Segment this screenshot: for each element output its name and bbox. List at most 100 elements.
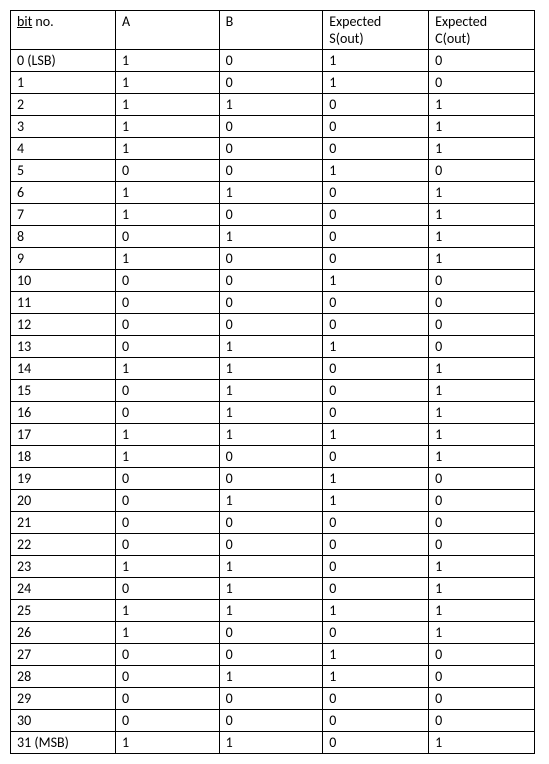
cell-a: 0 (115, 226, 219, 248)
cell-c: 1 (429, 600, 535, 622)
table-body: 0 (LSB)101011010211013100141001500106110… (11, 50, 535, 754)
cell-b: 0 (219, 72, 323, 94)
cell-s: 0 (323, 182, 429, 204)
cell-c: 0 (429, 644, 535, 666)
cell-a: 0 (115, 710, 219, 732)
cell-s: 1 (323, 72, 429, 94)
cell-b: 1 (219, 424, 323, 446)
table-row: 160101 (11, 402, 535, 424)
cell-s: 0 (323, 380, 429, 402)
cell-b: 0 (219, 710, 323, 732)
table-row: 261001 (11, 622, 535, 644)
cell-b: 1 (219, 578, 323, 600)
table-row: 190010 (11, 468, 535, 490)
cell-s: 0 (323, 556, 429, 578)
cell-s: 0 (323, 578, 429, 600)
cell-bit: 26 (11, 622, 116, 644)
table-row: 171111 (11, 424, 535, 446)
cell-b: 1 (219, 666, 323, 688)
cell-b: 0 (219, 622, 323, 644)
cell-a: 1 (115, 116, 219, 138)
cell-a: 1 (115, 50, 219, 72)
cell-b: 0 (219, 468, 323, 490)
table-row: 80101 (11, 226, 535, 248)
table-row: 91001 (11, 248, 535, 270)
table-row: 71001 (11, 204, 535, 226)
cell-a: 1 (115, 732, 219, 754)
cell-c: 1 (429, 622, 535, 644)
cell-a: 0 (115, 292, 219, 314)
cell-b: 0 (219, 116, 323, 138)
cell-a: 0 (115, 402, 219, 424)
cell-b: 1 (219, 358, 323, 380)
cell-bit: 11 (11, 292, 116, 314)
cell-a: 1 (115, 182, 219, 204)
table-row: 21101 (11, 94, 535, 116)
cell-bit: 3 (11, 116, 116, 138)
cell-a: 0 (115, 314, 219, 336)
cell-bit: 29 (11, 688, 116, 710)
cell-c: 1 (429, 380, 535, 402)
cell-b: 1 (219, 94, 323, 116)
table-row: 31001 (11, 116, 535, 138)
cell-a: 1 (115, 138, 219, 160)
cell-b: 1 (219, 336, 323, 358)
cell-a: 1 (115, 72, 219, 94)
cell-bit: 6 (11, 182, 116, 204)
cell-bit: 16 (11, 402, 116, 424)
cell-bit: 4 (11, 138, 116, 160)
table-row: 240101 (11, 578, 535, 600)
cell-a: 0 (115, 160, 219, 182)
cell-c: 1 (429, 94, 535, 116)
table-row: 300000 (11, 710, 535, 732)
table-row: 220000 (11, 534, 535, 556)
cell-c: 0 (429, 50, 535, 72)
cell-b: 1 (219, 556, 323, 578)
table-row: 251111 (11, 600, 535, 622)
cell-c: 1 (429, 248, 535, 270)
cell-s: 0 (323, 534, 429, 556)
cell-a: 0 (115, 534, 219, 556)
cell-c: 0 (429, 534, 535, 556)
cell-a: 1 (115, 446, 219, 468)
cell-c: 1 (429, 424, 535, 446)
cell-a: 0 (115, 490, 219, 512)
table-row: 61101 (11, 182, 535, 204)
cell-s: 0 (323, 248, 429, 270)
cell-s: 0 (323, 292, 429, 314)
cell-s: 1 (323, 468, 429, 490)
cell-a: 0 (115, 688, 219, 710)
cell-s: 1 (323, 270, 429, 292)
cell-a: 0 (115, 512, 219, 534)
cell-bit: 31 (MSB) (11, 732, 116, 754)
cell-bit: 13 (11, 336, 116, 358)
cell-bit: 2 (11, 94, 116, 116)
cell-c: 1 (429, 446, 535, 468)
cell-b: 0 (219, 138, 323, 160)
cell-s: 0 (323, 94, 429, 116)
table-row: 100010 (11, 270, 535, 292)
cell-c: 1 (429, 556, 535, 578)
cell-bit: 24 (11, 578, 116, 600)
cell-b: 0 (219, 688, 323, 710)
header-cout-l2: C(out) (435, 30, 470, 47)
cell-a: 0 (115, 380, 219, 402)
table-row: 231101 (11, 556, 535, 578)
cell-bit: 27 (11, 644, 116, 666)
cell-c: 0 (429, 336, 535, 358)
table-row: 150101 (11, 380, 535, 402)
cell-b: 1 (219, 600, 323, 622)
cell-s: 0 (323, 116, 429, 138)
cell-a: 1 (115, 94, 219, 116)
cell-s: 0 (323, 226, 429, 248)
cell-c: 1 (429, 358, 535, 380)
cell-c: 1 (429, 116, 535, 138)
cell-s: 1 (323, 644, 429, 666)
cell-s: 1 (323, 160, 429, 182)
cell-bit: 28 (11, 666, 116, 688)
table-row: 130110 (11, 336, 535, 358)
cell-c: 1 (429, 732, 535, 754)
cell-bit: 20 (11, 490, 116, 512)
cell-c: 1 (429, 138, 535, 160)
cell-s: 0 (323, 622, 429, 644)
